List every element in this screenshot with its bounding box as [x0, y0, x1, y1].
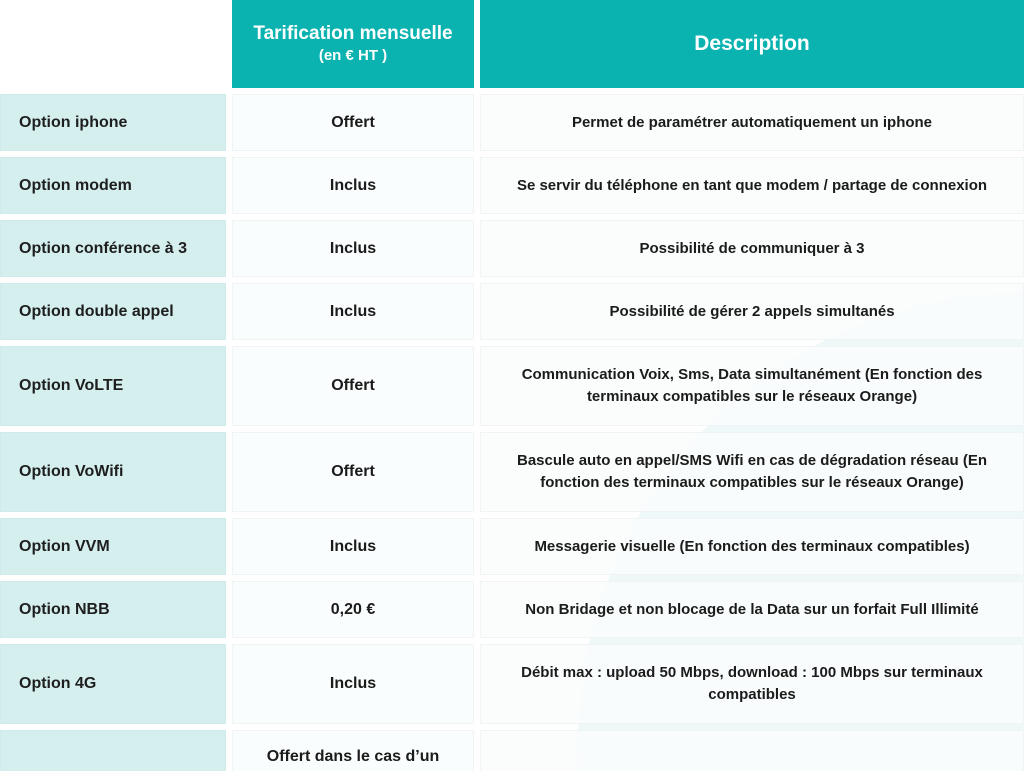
column-header-pricing-sublabel: (en € HT ) [318, 47, 388, 65]
table-row-description-value: Messagerie visuelle (En fonction des ter… [480, 518, 1024, 575]
column-header-description-label: Description [694, 31, 810, 55]
table-row-description-value: Communication Voix, Sms, Data simultaném… [480, 346, 1024, 426]
table-row-description-value: Permet de paramétrer automatiquement un … [480, 94, 1024, 151]
table-row-option-name: Option NBB [0, 581, 226, 638]
table-header-corner-blank [0, 0, 226, 88]
table-row-option-name: Option conférence à 3 [0, 220, 226, 277]
table-row-pricing-value: Offert [232, 346, 474, 426]
table-row-description-value: Bascule auto en appel/SMS Wifi en cas de… [480, 432, 1024, 512]
table-row-description-value: Non Bridage et non blocage de la Data su… [480, 581, 1024, 638]
table-row-pricing-value: Inclus [232, 157, 474, 214]
table-row-pricing-value: Inclus [232, 220, 474, 277]
table-row-option-name: Option VoLTE [0, 346, 226, 426]
table-row-option-name: Option VVM [0, 518, 226, 575]
table-row-description-value: Débit max : upload 50 Mbps, download : 1… [480, 644, 1024, 724]
options-pricing-table-page: Tarification mensuelle (en € HT ) Descript… [0, 0, 1024, 771]
column-header-pricing: Tarification mensuelle (en € HT ) [232, 0, 474, 88]
column-header-description: Description [480, 0, 1024, 88]
table-row-pricing-value: Inclus [232, 518, 474, 575]
column-header-pricing-label: Tarification mensuelle [253, 23, 453, 45]
table-row-pricing-value: Offert [232, 94, 474, 151]
table-row-pricing-value: Offert dans le cas d’un forfait Smart Pr… [232, 730, 474, 771]
table-row-description-value: Se servir du téléphone en tant que modem… [480, 157, 1024, 214]
table-row-option-name: Option 4G [0, 644, 226, 724]
table-row-option-name: Option VoWifi [0, 432, 226, 512]
table-row-pricing-value: Inclus [232, 283, 474, 340]
table-row-description-value: Possibilité de communiquer à 3 [480, 220, 1024, 277]
table-row-option-name: Option iphone [0, 94, 226, 151]
table-row-description-value: Possibilité de gérer 2 appels simultanés [480, 283, 1024, 340]
table-row-pricing-value: 0,20 € [232, 581, 474, 638]
table-row-option-name: Option modem [0, 157, 226, 214]
options-pricing-table: Tarification mensuelle (en € HT ) Descript… [0, 0, 1024, 771]
table-row-pricing-value: Inclus [232, 644, 474, 724]
table-row-pricing-value: Offert [232, 432, 474, 512]
table-row-description-value: Débit de la ligne en 5G (En fonction des… [480, 730, 1024, 771]
table-row-option-name: Option double appel [0, 283, 226, 340]
table-row-option-name: Option 5G [0, 730, 226, 771]
